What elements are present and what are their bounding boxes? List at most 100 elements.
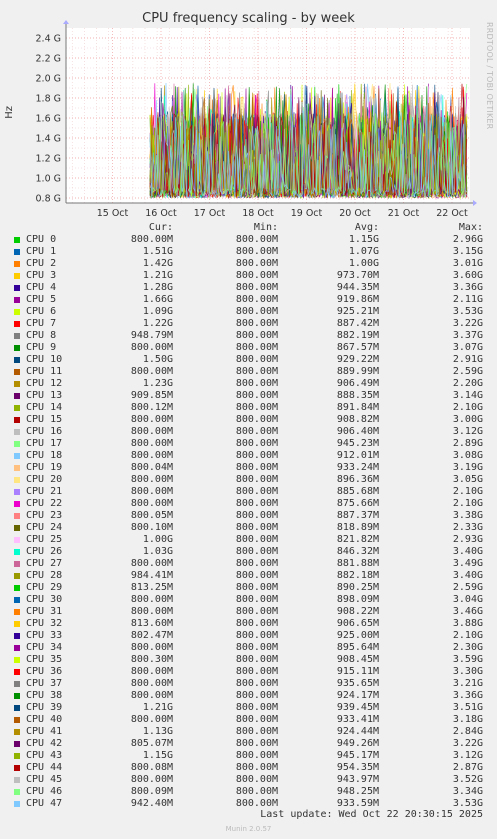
legend-name: CPU 29	[26, 582, 63, 593]
legend-avg: 906.40M	[336, 426, 379, 437]
legend-avg: 881.88M	[336, 558, 379, 569]
y-tick-label: 0.8 G	[36, 194, 62, 205]
legend-row: CPU 5 1.66G 800.00M 919.86M 2.11G	[0, 294, 497, 306]
legend-min: 800.00M	[235, 450, 278, 461]
legend-swatch	[14, 345, 20, 351]
y-tick-label: 2.0 G	[36, 74, 62, 85]
legend-row: CPU 23 800.05M 800.00M 887.37M 3.38G	[0, 510, 497, 522]
legend-min: 800.00M	[235, 606, 278, 617]
legend-swatch	[14, 441, 20, 447]
legend-min: 800.00M	[235, 630, 278, 641]
legend-header-min: Min:	[253, 222, 278, 233]
legend-min: 800.00M	[235, 738, 278, 749]
legend-avg: 888.35M	[336, 390, 379, 401]
legend-max: 2.59G	[452, 366, 483, 377]
legend-avg: 896.36M	[336, 474, 379, 485]
legend-name: CPU 17	[26, 438, 63, 449]
legend-name: CPU 10	[26, 354, 63, 365]
legend-name: CPU 1	[26, 246, 57, 257]
legend-swatch	[14, 537, 20, 543]
legend-avg: 925.00M	[336, 630, 379, 641]
y-tick-label: 2.2 G	[36, 54, 62, 65]
legend-cur: 1.21G	[142, 702, 173, 713]
legend-name: CPU 32	[26, 618, 63, 629]
legend-min: 800.00M	[235, 522, 278, 533]
legend-min: 800.00M	[235, 726, 278, 737]
legend-max: 2.87G	[452, 762, 483, 773]
legend-avg: 954.35M	[336, 762, 379, 773]
x-tick-label: 16 Oct	[145, 208, 177, 219]
legend-row: CPU 43 1.15G 800.00M 945.17M 3.12G	[0, 750, 497, 762]
y-tick-label: 1.6 G	[36, 114, 62, 125]
legend-min: 800.00M	[235, 354, 278, 365]
legend-avg: 818.89M	[336, 522, 379, 533]
legend-name: CPU 27	[26, 558, 63, 569]
legend-cur: 805.07M	[130, 738, 173, 749]
legend-avg: 895.64M	[336, 642, 379, 653]
legend-max: 3.38G	[452, 510, 483, 521]
legend-row: CPU 44 800.08M 800.00M 954.35M 2.87G	[0, 762, 497, 774]
y-tick-label: 1.8 G	[36, 94, 62, 105]
legend-max: 3.01G	[452, 258, 483, 269]
legend-max: 3.30G	[452, 666, 483, 677]
legend-avg: 846.32M	[336, 546, 379, 557]
legend-min: 800.00M	[235, 714, 278, 725]
legend-avg: 821.82M	[336, 534, 379, 545]
legend-max: 2.91G	[452, 354, 483, 365]
legend-swatch	[14, 597, 20, 603]
legend-row: CPU 12 1.23G 800.00M 906.49M 2.20G	[0, 378, 497, 390]
legend-cur: 1.22G	[142, 318, 173, 329]
legend-max: 3.21G	[452, 678, 483, 689]
legend-swatch	[14, 261, 20, 267]
legend-cur: 800.00M	[130, 678, 173, 689]
legend-cur: 1.66G	[142, 294, 173, 305]
legend-max: 3.59G	[452, 654, 483, 665]
legend-cur: 800.00M	[130, 366, 173, 377]
legend-min: 800.00M	[235, 618, 278, 629]
legend-swatch	[14, 393, 20, 399]
legend-name: CPU 11	[26, 366, 63, 377]
legend-avg: 924.17M	[336, 690, 379, 701]
legend-row: CPU 10 1.50G 800.00M 929.22M 2.91G	[0, 354, 497, 366]
legend-name: CPU 41	[26, 726, 63, 737]
legend-cur: 1.51G	[142, 246, 173, 257]
legend-max: 3.14G	[452, 390, 483, 401]
legend-name: CPU 47	[26, 798, 63, 809]
legend-avg: 944.35M	[336, 282, 379, 293]
legend-max: 3.08G	[452, 450, 483, 461]
legend-min: 800.00M	[235, 666, 278, 677]
legend-max: 2.20G	[452, 378, 483, 389]
legend-swatch	[14, 417, 20, 423]
legend-name: CPU 37	[26, 678, 63, 689]
legend-row: CPU 2 1.42G 800.00M 1.00G 3.01G	[0, 258, 497, 270]
legend-swatch	[14, 465, 20, 471]
legend-swatch	[14, 501, 20, 507]
legend-cur: 800.00M	[130, 594, 173, 605]
legend-max: 3.34G	[452, 786, 483, 797]
legend-name: CPU 3	[26, 270, 57, 281]
legend-swatch	[14, 297, 20, 303]
legend-min: 800.00M	[235, 246, 278, 257]
legend-cur: 1.42G	[142, 258, 173, 269]
legend-swatch	[14, 609, 20, 615]
legend-min: 800.00M	[235, 642, 278, 653]
legend-avg: 890.25M	[336, 582, 379, 593]
legend-max: 2.10G	[452, 486, 483, 497]
legend-min: 800.00M	[235, 594, 278, 605]
legend-avg: 912.01M	[336, 450, 379, 461]
legend-row: CPU 33 802.47M 800.00M 925.00M 2.10G	[0, 630, 497, 642]
legend-swatch	[14, 657, 20, 663]
legend-row: CPU 15 800.00M 800.00M 908.82M 3.00G	[0, 414, 497, 426]
legend-name: CPU 46	[26, 786, 63, 797]
legend-min: 800.00M	[235, 774, 278, 785]
legend-row: CPU 17 800.00M 800.00M 945.23M 2.89G	[0, 438, 497, 450]
legend-row: CPU 9 800.00M 800.00M 867.57M 3.07G	[0, 342, 497, 354]
legend-max: 2.96G	[452, 234, 483, 245]
legend-max: 3.52G	[452, 774, 483, 785]
legend-swatch	[14, 237, 20, 243]
legend-min: 800.00M	[235, 306, 278, 317]
legend-avg: 945.17M	[336, 750, 379, 761]
legend-name: CPU 34	[26, 642, 63, 653]
legend-name: CPU 8	[26, 330, 57, 341]
legend-row: CPU 38 800.00M 800.00M 924.17M 3.36G	[0, 690, 497, 702]
